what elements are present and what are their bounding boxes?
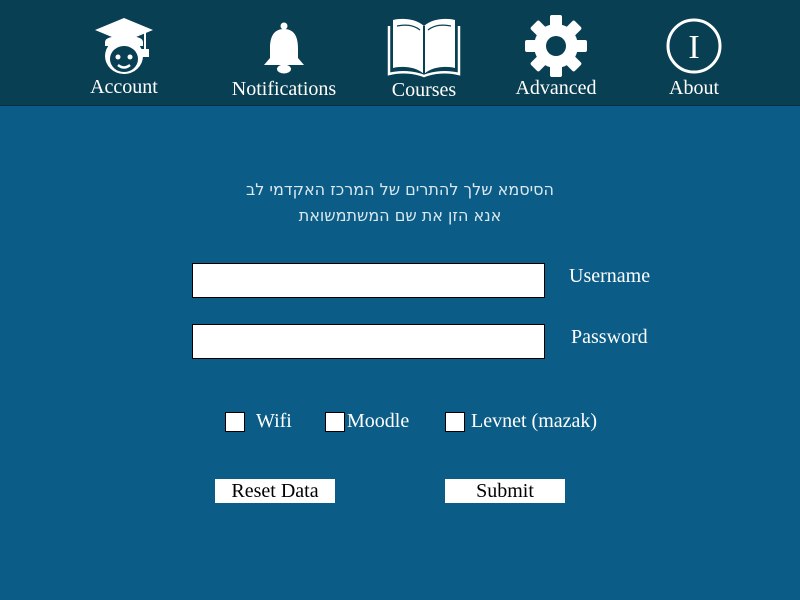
levnet-checkbox[interactable] — [445, 412, 465, 432]
nav-item-notifications[interactable]: Notifications — [224, 0, 344, 105]
password-label: Password — [571, 326, 648, 348]
nav-item-advanced[interactable]: Advanced — [504, 0, 608, 105]
moodle-label: Moodle — [347, 410, 410, 432]
nav-label-advanced: Advanced — [515, 77, 597, 99]
levnet-label: Levnet (mazak) — [471, 410, 598, 432]
submit-button[interactable]: Submit — [445, 479, 565, 503]
wifi-checkbox[interactable] — [225, 412, 245, 432]
instruction-line-1: הסיסמא שלך להתרים של המרכז האקדמי לב — [246, 180, 554, 199]
nav-label-about: About — [669, 77, 719, 99]
nav-item-about[interactable]: I About — [654, 0, 734, 105]
username-input[interactable] — [192, 263, 545, 298]
top-navigation-bar: Account Notifications Courses Advanced I… — [0, 0, 800, 106]
username-label: Username — [569, 265, 651, 287]
open-book-icon — [387, 18, 461, 78]
instruction-line-2: אנא הזן את שם המשתמשואת — [298, 206, 502, 225]
student-graduation-icon — [95, 18, 153, 74]
bell-icon — [264, 22, 304, 74]
nav-label-account: Account — [90, 76, 158, 98]
info-icon: I — [666, 18, 722, 74]
password-input[interactable] — [192, 324, 545, 359]
wifi-label: Wifi — [256, 410, 292, 432]
moodle-checkbox[interactable] — [325, 412, 345, 432]
nav-item-courses[interactable]: Courses — [382, 0, 466, 105]
nav-label-courses: Courses — [391, 79, 457, 101]
nav-item-account[interactable]: Account — [84, 0, 164, 105]
reset-data-button[interactable]: Reset Data — [215, 479, 335, 503]
info-icon-glyph: I — [688, 29, 699, 66]
nav-label-notifications: Notifications — [231, 78, 337, 100]
gear-icon — [525, 15, 587, 77]
